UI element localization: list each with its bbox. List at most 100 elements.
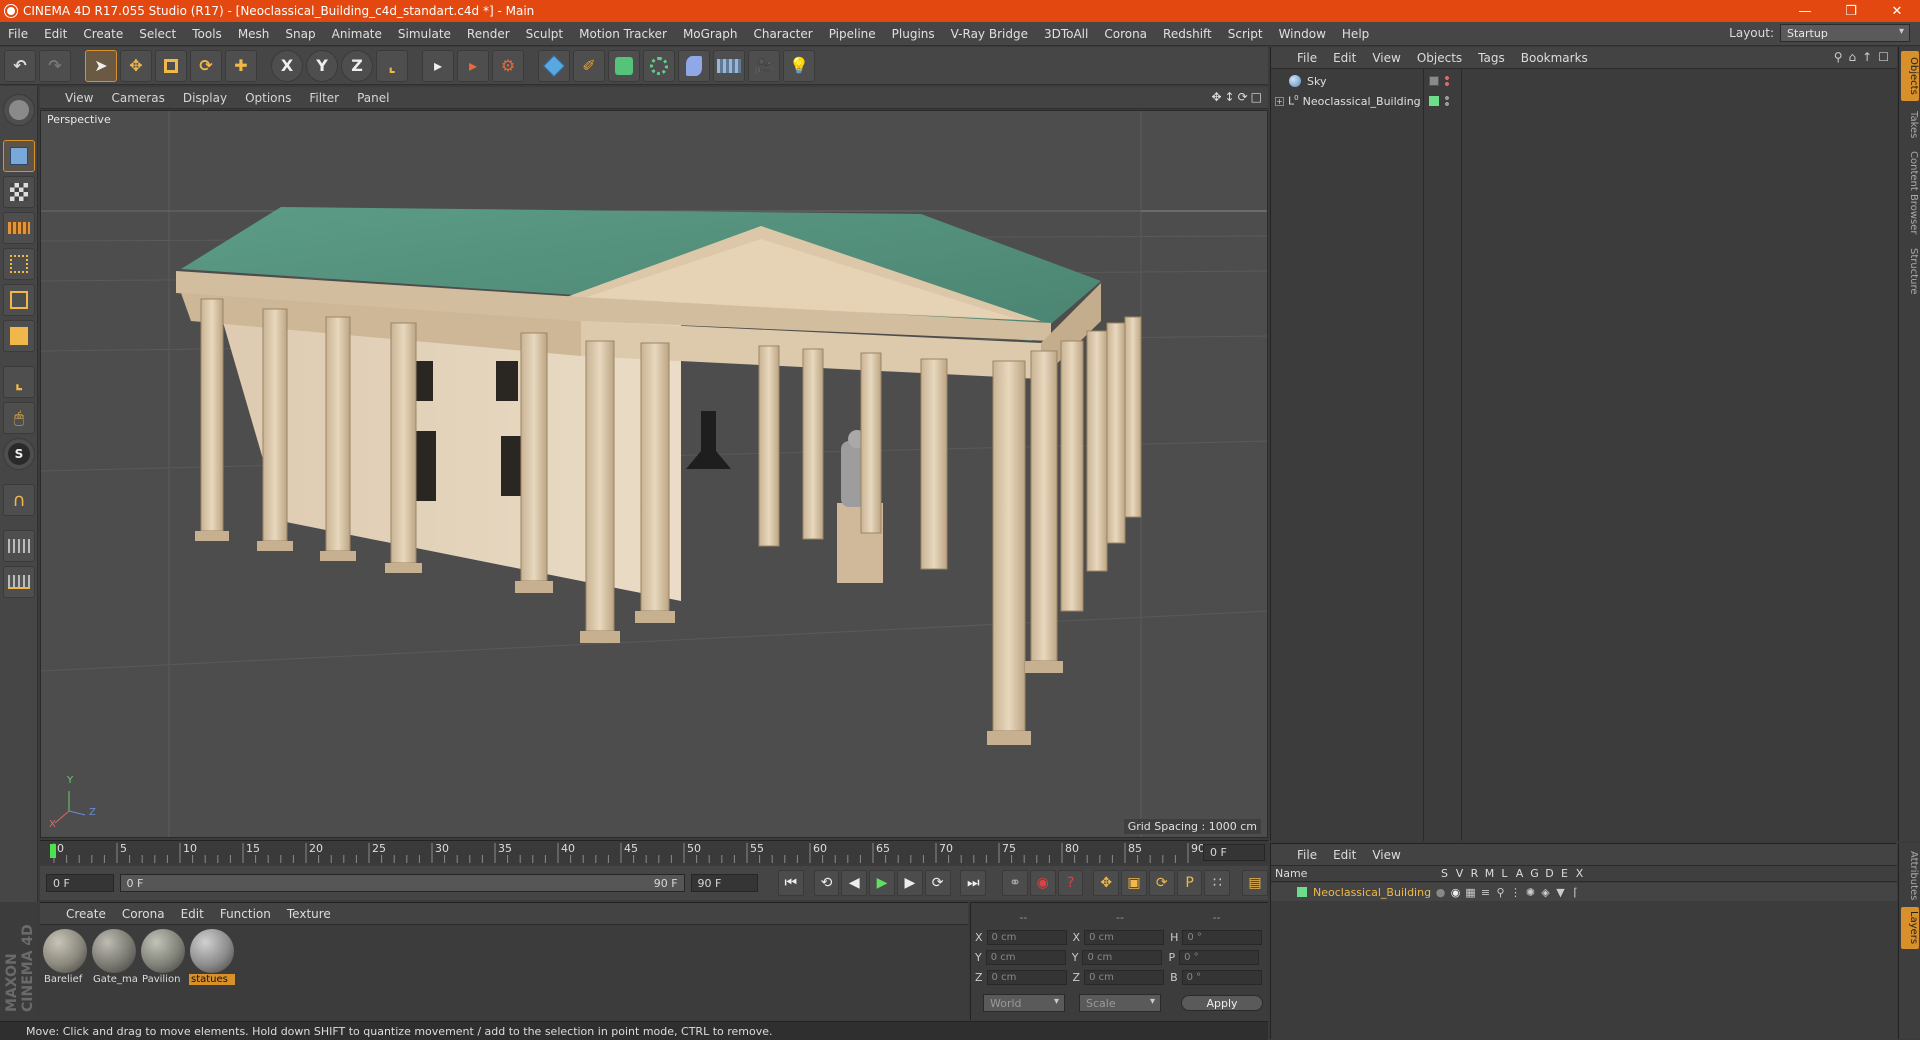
coord-scale-select[interactable]: Scale: [1079, 994, 1161, 1012]
workplane-mode-button[interactable]: [3, 212, 35, 244]
next-key-button[interactable]: ⟳: [924, 870, 951, 896]
enable-snap-button[interactable]: ∩: [3, 484, 35, 516]
minimize-button[interactable]: —: [1782, 0, 1828, 22]
render-tag-icon[interactable]: [1429, 76, 1439, 86]
menu-mograph[interactable]: MoGraph: [675, 27, 746, 41]
obj-menu-tags[interactable]: Tags: [1470, 51, 1513, 65]
rotation-key-button[interactable]: ⟳: [1148, 870, 1175, 896]
position-z-field[interactable]: 0 cm: [986, 969, 1067, 985]
x-axis-lock[interactable]: X: [271, 49, 303, 82]
material-gate[interactable]: Gate_ma: [91, 929, 137, 991]
vp-menu-filter[interactable]: Filter: [300, 91, 348, 105]
vp-menu-cameras[interactable]: Cameras: [102, 91, 173, 105]
mat-menu-edit[interactable]: Edit: [173, 907, 212, 921]
scale-tool[interactable]: [155, 49, 187, 82]
next-frame-button[interactable]: ▶: [896, 870, 923, 896]
vp-orbit-icon[interactable]: ⟳: [1238, 90, 1248, 104]
scale-key-button[interactable]: ▣: [1121, 870, 1147, 896]
go-to-start-button[interactable]: ⏮: [777, 870, 804, 896]
keyframe-selection-button[interactable]: ?: [1057, 870, 1084, 896]
layer-menu-edit[interactable]: Edit: [1325, 848, 1364, 862]
go-to-end-button[interactable]: ⏭: [960, 870, 987, 896]
coord-mode-select[interactable]: World: [983, 994, 1065, 1012]
close-button[interactable]: ✕: [1874, 0, 1920, 22]
deformer-button[interactable]: [678, 49, 710, 82]
menu-character[interactable]: Character: [745, 27, 820, 41]
parameter-key-button[interactable]: P: [1176, 870, 1203, 896]
search-icon[interactable]: ⚲: [1834, 50, 1843, 64]
menu-plugins[interactable]: Plugins: [884, 27, 943, 41]
live-selection-tool[interactable]: ➤: [85, 49, 117, 82]
layer-expression-icon[interactable]: ▼: [1553, 886, 1568, 899]
spline-pen-button[interactable]: ✐: [573, 49, 605, 82]
vp-menu-view[interactable]: View: [56, 91, 102, 105]
recent-tool[interactable]: ✚: [225, 49, 257, 82]
menu-sculpt[interactable]: Sculpt: [518, 27, 571, 41]
menu-create[interactable]: Create: [75, 27, 131, 41]
render-view-button[interactable]: ▸: [422, 49, 454, 82]
menu-help[interactable]: Help: [1334, 27, 1377, 41]
visibility-dots[interactable]: [1445, 95, 1449, 107]
tab-takes[interactable]: Takes: [1901, 105, 1919, 145]
back-icon[interactable]: ↑: [1862, 50, 1872, 64]
undo-button[interactable]: ↶: [4, 49, 36, 82]
menu-script[interactable]: Script: [1220, 27, 1271, 41]
mat-menu-function[interactable]: Function: [212, 907, 279, 921]
obj-menu-view[interactable]: View: [1364, 51, 1408, 65]
new-view-icon[interactable]: ☐: [1878, 50, 1889, 64]
layer-color-tag[interactable]: [1429, 96, 1439, 106]
layer-menu-file[interactable]: File: [1289, 848, 1325, 862]
apply-button[interactable]: Apply: [1181, 995, 1263, 1011]
play-button[interactable]: ▶: [869, 870, 895, 896]
redo-button[interactable]: ↷: [39, 49, 71, 82]
vp-dolly-icon[interactable]: ↕: [1225, 90, 1235, 104]
tab-structure[interactable]: Structure: [1901, 243, 1919, 299]
tab-layers[interactable]: Layers: [1901, 907, 1919, 949]
start-frame-field[interactable]: 0 F: [46, 874, 114, 892]
obj-menu-objects[interactable]: Objects: [1409, 51, 1470, 65]
menu-3dtoall[interactable]: 3DToAll: [1036, 27, 1096, 41]
menu-select[interactable]: Select: [131, 27, 184, 41]
perspective-viewport[interactable]: Perspective Y Z X Grid Spacing : 1000 cm: [40, 110, 1268, 838]
cube-object-button[interactable]: [538, 49, 570, 82]
snap-mode-button[interactable]: S: [3, 438, 35, 470]
menu-render[interactable]: Render: [459, 27, 518, 41]
menu-file[interactable]: File: [0, 27, 36, 41]
material-barelief[interactable]: Barelief: [42, 929, 88, 991]
home-icon[interactable]: ⌂: [1849, 50, 1857, 64]
size-y-field[interactable]: 0 cm: [1082, 949, 1163, 965]
rotate-tool[interactable]: ⟳: [190, 49, 222, 82]
points-mode-button[interactable]: [3, 248, 35, 280]
restore-button[interactable]: ❐: [1828, 0, 1874, 22]
vp-menu-options[interactable]: Options: [236, 91, 300, 105]
menu-animate[interactable]: Animate: [324, 27, 390, 41]
layer-menu-view[interactable]: View: [1364, 848, 1408, 862]
menu-corona[interactable]: Corona: [1096, 27, 1155, 41]
timeline-window-button[interactable]: ▤: [1242, 870, 1268, 896]
light-object-button[interactable]: 💡: [783, 49, 815, 82]
vp-menu-panel[interactable]: Panel: [348, 91, 398, 105]
position-x-field[interactable]: 0 cm: [986, 929, 1067, 945]
layer-lock-icon[interactable]: ⚲: [1493, 886, 1508, 899]
playhead[interactable]: [50, 844, 56, 858]
texture-mode-button[interactable]: [3, 176, 35, 208]
vp-pan-icon[interactable]: ✥: [1211, 90, 1221, 104]
tab-attributes[interactable]: Attributes: [1901, 847, 1919, 903]
layer-xref-icon[interactable]: ⌈: [1568, 886, 1583, 899]
obj-menu-file[interactable]: File: [1289, 51, 1325, 65]
layer-solo-icon[interactable]: ●: [1433, 886, 1448, 899]
make-editable-button[interactable]: [3, 94, 35, 126]
menu-pipeline[interactable]: Pipeline: [821, 27, 884, 41]
tweak-mode-button[interactable]: 🖱: [3, 402, 35, 434]
coordinate-system-button[interactable]: ⌞: [376, 49, 408, 82]
layer-animation-icon[interactable]: ⋮: [1508, 886, 1523, 899]
vp-menu-display[interactable]: Display: [174, 91, 236, 105]
menu-redshift[interactable]: Redshift: [1155, 27, 1220, 41]
prev-key-button[interactable]: ⟲: [813, 870, 840, 896]
layer-render-icon[interactable]: ▦: [1463, 886, 1478, 899]
render-picture-viewer-button[interactable]: ▸: [457, 49, 489, 82]
autokeying-button[interactable]: ◉: [1029, 870, 1056, 896]
locked-workplane-button[interactable]: [3, 530, 35, 562]
mat-menu-corona[interactable]: Corona: [114, 907, 173, 921]
layer-visible-icon[interactable]: ◉: [1448, 886, 1463, 899]
